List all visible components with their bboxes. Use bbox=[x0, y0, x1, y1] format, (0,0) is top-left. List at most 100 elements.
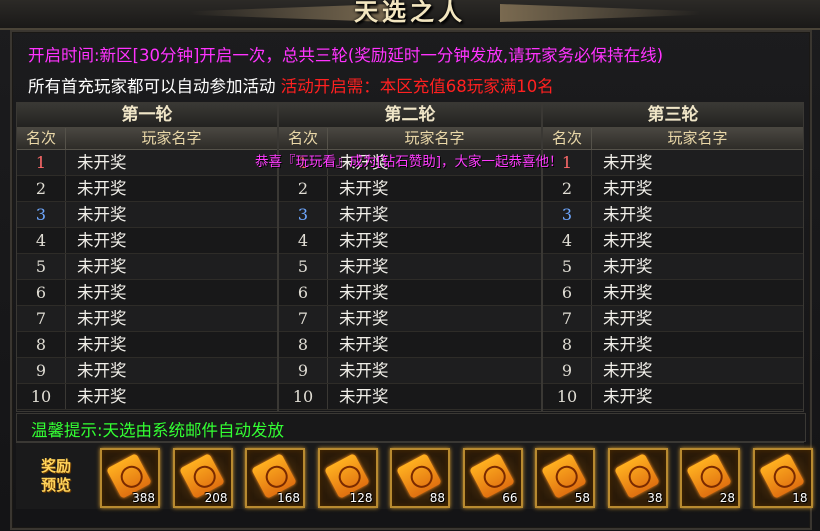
player-name-cell: 未开奖 bbox=[339, 257, 389, 276]
rank-cell: 6 bbox=[279, 280, 328, 305]
player-name-cell: 未开奖 bbox=[77, 283, 127, 302]
player-name-cell: 未开奖 bbox=[339, 335, 389, 354]
table-row: 2 未开奖 bbox=[17, 176, 277, 202]
window-title: 天选之人 bbox=[354, 0, 466, 26]
player-name-cell: 未开奖 bbox=[77, 361, 127, 380]
rank-cell: 9 bbox=[17, 358, 66, 383]
table-row: 6 未开奖 bbox=[17, 280, 277, 306]
rank-cell: 2 bbox=[543, 176, 592, 201]
player-name-column-header: 玩家名字 bbox=[66, 128, 277, 150]
rank-cell: 8 bbox=[17, 332, 66, 357]
player-name-cell: 未开奖 bbox=[603, 283, 653, 302]
title-ornament-right bbox=[500, 4, 700, 22]
reward-slot[interactable]: 28 bbox=[680, 448, 740, 508]
player-name-cell: 未开奖 bbox=[77, 309, 127, 328]
participation-info: 所有首充玩家都可以自动参加活动 活动开启需：本区充值68玩家满10名 bbox=[28, 73, 554, 97]
table-row: 2 未开奖 bbox=[279, 176, 541, 202]
player-name-cell: 未开奖 bbox=[77, 257, 127, 276]
table-row: 5 未开奖 bbox=[279, 254, 541, 280]
player-name-cell: 未开奖 bbox=[339, 231, 389, 250]
rank-cell: 8 bbox=[543, 332, 592, 357]
rank-column-header: 名次 bbox=[543, 128, 592, 150]
player-name-cell: 未开奖 bbox=[603, 179, 653, 198]
rank-cell: 3 bbox=[279, 202, 328, 227]
open-time-info: 开启时间:新区[30分钟]开启一次，总共三轮(奖励延时一分钟发放,请玩家务必保持… bbox=[28, 46, 664, 65]
rank-cell: 4 bbox=[17, 228, 66, 253]
table-row: 9 未开奖 bbox=[543, 358, 803, 384]
player-name-cell: 未开奖 bbox=[339, 387, 389, 406]
player-name-cell: 未开奖 bbox=[77, 231, 127, 250]
table-row: 1 未开奖 bbox=[543, 150, 803, 176]
reward-slot[interactable]: 18 bbox=[752, 448, 813, 508]
window-frame: 天选之人 开启时间:新区[30分钟]开启一次，总共三轮(奖励延时一分钟发放,请玩… bbox=[0, 0, 820, 531]
rank-cell: 5 bbox=[543, 254, 592, 279]
player-name-cell: 未开奖 bbox=[77, 179, 127, 198]
rank-cell: 7 bbox=[279, 306, 328, 331]
congratulation-notice: 恭喜『玩玩看』成为[钻石赞助]，大家一起恭喜他！ bbox=[255, 154, 563, 170]
player-name-cell: 未开奖 bbox=[603, 335, 653, 354]
reward-preview-label: 奖励预览 bbox=[40, 457, 71, 494]
title-bar: 天选之人 bbox=[0, 0, 820, 30]
rank-cell: 2 bbox=[17, 176, 66, 201]
round-3-table: 第三轮 名次 玩家名字 1 未开奖 2 未开奖 3 未开奖 4 未开奖 5 未开奖 6 未开奖 7 未开奖 8 未开… bbox=[542, 102, 804, 412]
reward-quantity: 88 bbox=[429, 491, 445, 505]
table-row: 10 未开奖 bbox=[17, 384, 277, 410]
rank-column-header: 名次 bbox=[279, 128, 328, 150]
table-row: 3 未开奖 bbox=[279, 202, 541, 228]
table-row: 6 未开奖 bbox=[279, 280, 541, 306]
reward-slot[interactable]: 58 bbox=[535, 448, 595, 508]
reward-slot[interactable]: 88 bbox=[390, 448, 450, 508]
table-row: 5 未开奖 bbox=[543, 254, 803, 280]
table-row: 3 未开奖 bbox=[543, 202, 803, 228]
rank-column-header: 名次 bbox=[17, 128, 66, 150]
rank-cell: 6 bbox=[543, 280, 592, 305]
reward-preview-bar: 奖励预览 388 208 168 128 88 66 58 38 28 18 bbox=[16, 442, 813, 509]
round-1-table: 第一轮 名次 玩家名字 1 未开奖 2 未开奖 3 未开奖 4 未开奖 5 未开奖 6 未开奖 7 未开奖 8 未开… bbox=[16, 102, 278, 412]
reward-quantity: 38 bbox=[647, 491, 663, 505]
player-name-cell: 未开奖 bbox=[603, 257, 653, 276]
reward-quantity: 28 bbox=[719, 491, 735, 505]
activation-requirement: 活动开启需：本区充值68玩家满10名 bbox=[280, 77, 554, 96]
reward-quantity: 128 bbox=[349, 491, 373, 505]
table-row: 1 未开奖 bbox=[17, 150, 277, 176]
tip-text: 温馨提示:天选由系统邮件自动发放 bbox=[31, 421, 285, 440]
rounds-tables: 第一轮 名次 玩家名字 1 未开奖 2 未开奖 3 未开奖 4 未开奖 5 未开奖 6 未开奖 7 未开奖 8 未开… bbox=[16, 102, 804, 412]
reward-slot[interactable]: 168 bbox=[245, 448, 305, 508]
reward-slot[interactable]: 208 bbox=[172, 448, 233, 508]
reward-slot[interactable]: 38 bbox=[607, 448, 668, 508]
rank-cell: 3 bbox=[17, 202, 66, 227]
table-row: 4 未开奖 bbox=[17, 228, 277, 254]
rank-cell: 9 bbox=[543, 358, 592, 383]
tip-bar: 温馨提示:天选由系统邮件自动发放 bbox=[16, 413, 806, 442]
rank-cell: 4 bbox=[543, 228, 592, 253]
player-name-cell: 未开奖 bbox=[603, 231, 653, 250]
reward-slot[interactable]: 388 bbox=[100, 448, 160, 508]
player-name-column-header: 玩家名字 bbox=[328, 128, 541, 150]
player-name-cell: 未开奖 bbox=[77, 335, 127, 354]
rank-cell: 5 bbox=[17, 254, 66, 279]
player-name-cell: 未开奖 bbox=[339, 179, 389, 198]
reward-slot[interactable]: 66 bbox=[462, 448, 523, 508]
table-row: 5 未开奖 bbox=[17, 254, 277, 280]
player-name-cell: 未开奖 bbox=[603, 387, 653, 406]
table-row: 7 未开奖 bbox=[17, 306, 277, 332]
rank-cell: 6 bbox=[17, 280, 66, 305]
table-row: 7 未开奖 bbox=[543, 306, 803, 332]
player-name-column-header: 玩家名字 bbox=[592, 128, 803, 150]
table-row: 3 未开奖 bbox=[17, 202, 277, 228]
rank-cell: 8 bbox=[279, 332, 328, 357]
table-row: 4 未开奖 bbox=[279, 228, 541, 254]
round-title: 第三轮 bbox=[543, 103, 803, 128]
reward-slot[interactable]: 128 bbox=[317, 448, 378, 508]
rank-cell: 7 bbox=[543, 306, 592, 331]
player-name-cell: 未开奖 bbox=[339, 361, 389, 380]
rank-cell: 3 bbox=[543, 202, 592, 227]
table-row: 4 未开奖 bbox=[543, 228, 803, 254]
table-row: 9 未开奖 bbox=[17, 358, 277, 384]
rank-cell: 1 bbox=[17, 150, 66, 175]
table-row: 7 未开奖 bbox=[279, 306, 541, 332]
rank-cell: 4 bbox=[279, 228, 328, 253]
table-row: 8 未开奖 bbox=[543, 332, 803, 358]
reward-quantity: 66 bbox=[502, 491, 518, 505]
player-name-cell: 未开奖 bbox=[603, 361, 653, 380]
